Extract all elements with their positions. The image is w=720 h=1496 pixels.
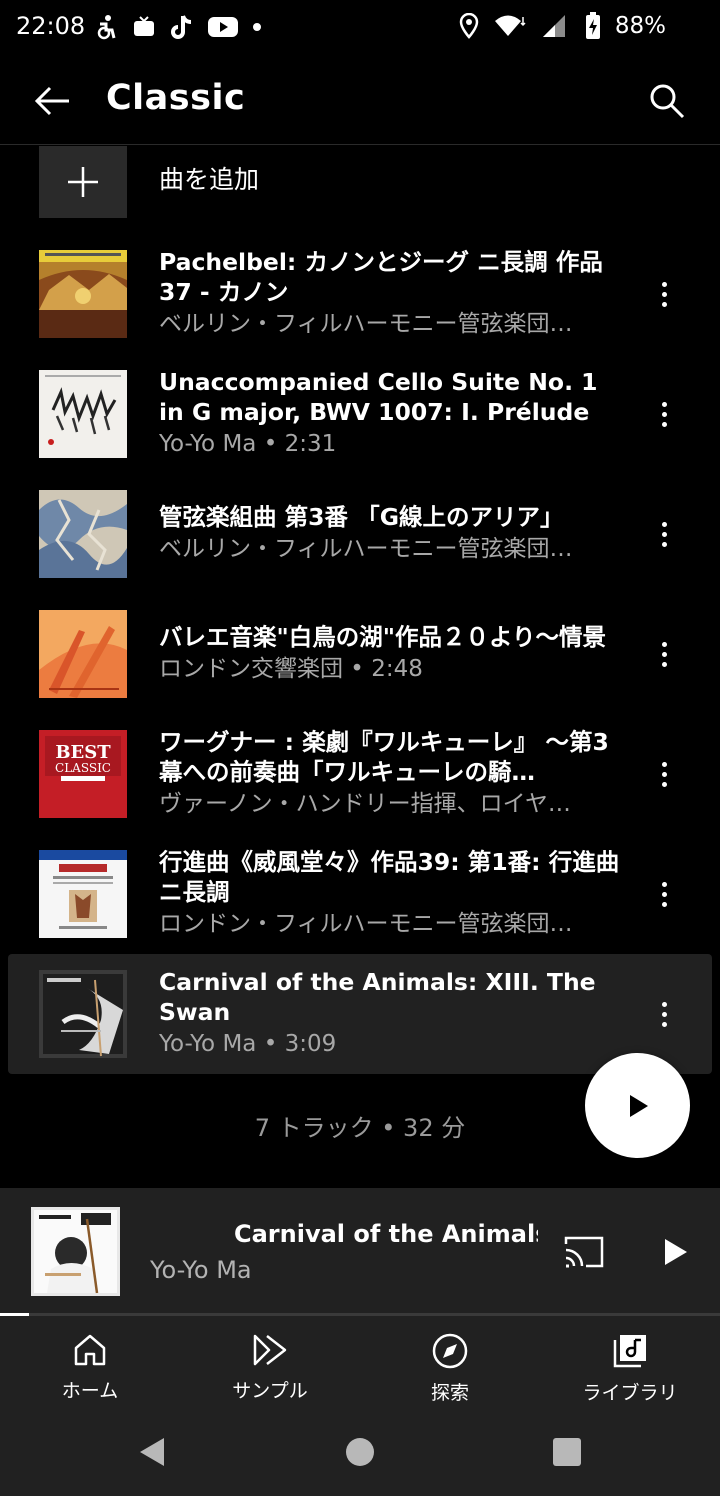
album-art — [39, 250, 127, 338]
track-title: ワーグナー : 楽劇『ワルキューレ』 ～第3幕への前奏曲「ワルキューレの騎… — [159, 728, 609, 786]
album-art: BEST CLASSIC — [39, 730, 127, 818]
cast-icon — [564, 1236, 604, 1268]
track-subtitle: ヴァーノン・ハンドリー指揮、ロイヤ… — [159, 791, 571, 817]
track-title: Carnival of the Animals: XIII. The Swan — [159, 968, 596, 1026]
album-art — [39, 490, 127, 578]
nav-library-label: ライブラリ — [582, 1382, 678, 1404]
play-icon — [629, 1094, 648, 1117]
track-row[interactable]: 管弦楽組曲 第3番 「G線上のアリア」 ベルリン・フィルハーモニー管弦楽団… — [0, 474, 720, 594]
nav-explore[interactable]: 探索 — [360, 1316, 540, 1416]
tiktok-icon — [171, 15, 192, 39]
arrow-left-icon — [35, 86, 69, 116]
samples-icon — [253, 1334, 287, 1366]
tv-icon — [134, 16, 154, 36]
track-title: バレエ音楽"白鳥の湖"作品２０より〜情景 — [159, 623, 607, 651]
dot-icon — [253, 23, 261, 31]
track-title: 管弦楽組曲 第3番 「G線上のアリア」 — [159, 503, 564, 531]
track-subtitle: Yo-Yo Ma • 2:31 — [159, 431, 337, 457]
track-subtitle: ロンドン・フィルハーモニー管弦楽団… — [159, 911, 573, 937]
app-bar: Classic — [0, 56, 720, 145]
nav-library[interactable]: ライブラリ — [540, 1316, 720, 1416]
album-art-text: BEST — [55, 742, 111, 763]
track-subtitle: Yo-Yo Ma • 3:09 — [159, 1031, 337, 1057]
search-button[interactable] — [644, 78, 690, 124]
svg-text:CLASSIC: CLASSIC — [55, 761, 111, 775]
track-subtitle: ロンドン交響楽団 • 2:48 — [159, 656, 423, 682]
library-icon — [613, 1335, 646, 1368]
track-title: Pachelbel: カノンとジーグ ニ長調 作品37 - カノン — [159, 248, 603, 306]
more-options-button[interactable] — [650, 758, 678, 790]
signal-icon — [542, 15, 565, 37]
system-recents-icon[interactable] — [553, 1438, 581, 1466]
track-row[interactable]: BEST CLASSIC ワーグナー : 楽劇『ワルキューレ』 ～第3幕への前奏曲… — [0, 714, 720, 834]
add-song-row[interactable]: 曲を追加 — [0, 146, 720, 218]
search-icon — [650, 84, 685, 119]
play-icon — [665, 1239, 687, 1265]
nav-samples-label: サンプル — [232, 1380, 308, 1402]
track-row[interactable]: バレエ音楽"白鳥の湖"作品２０より〜情景 ロンドン交響楽団 • 2:48 — [0, 594, 720, 714]
home-icon — [74, 1334, 106, 1366]
track-title: Unaccompanied Cello Suite No. 1 in G maj… — [159, 368, 598, 426]
more-options-button[interactable] — [650, 638, 678, 670]
more-options-button[interactable] — [650, 518, 678, 550]
accessibility-icon — [97, 15, 116, 40]
nav-samples[interactable]: サンプル — [180, 1316, 360, 1416]
bottom-navigation: ホーム サンプル 探索 ライブラリ — [0, 1316, 720, 1416]
album-art — [39, 610, 127, 698]
system-home-icon[interactable] — [346, 1438, 374, 1466]
back-button[interactable] — [30, 78, 76, 124]
more-options-button[interactable] — [650, 878, 678, 910]
play-all-button[interactable] — [585, 1053, 690, 1158]
location-icon — [459, 13, 479, 39]
nav-explore-label: 探索 — [430, 1382, 469, 1404]
battery-charging-icon — [585, 12, 600, 39]
cast-button[interactable] — [562, 1232, 606, 1272]
mini-player-title: Carnival of the Animals: XIII. The Swan — [234, 1220, 538, 1248]
status-bar: 22:08 88% — [0, 0, 720, 56]
status-time: 22:08 — [16, 12, 86, 40]
add-song-tile[interactable] — [39, 146, 127, 218]
plus-icon — [68, 167, 98, 197]
track-subtitle: ベルリン・フィルハーモニー管弦楽団… — [159, 536, 573, 562]
track-row-now-playing[interactable]: Carnival of the Animals: XIII. The Swan … — [8, 954, 712, 1074]
youtube-icon — [208, 17, 238, 37]
add-song-label: 曲を追加 — [159, 165, 260, 194]
more-options-button[interactable] — [650, 998, 678, 1030]
mini-player-album-art — [31, 1207, 120, 1296]
page-title: Classic — [106, 78, 246, 118]
album-art — [39, 970, 127, 1058]
nav-home[interactable]: ホーム — [0, 1316, 180, 1416]
album-art — [39, 850, 127, 938]
more-options-button[interactable] — [650, 278, 678, 310]
album-art — [39, 370, 127, 458]
more-options-button[interactable] — [650, 398, 678, 430]
nav-home-label: ホーム — [61, 1380, 119, 1402]
system-back-icon[interactable] — [138, 1436, 166, 1468]
mini-player[interactable]: Carnival of the Animals: XIII. The Swan … — [0, 1188, 720, 1316]
track-row[interactable]: 行進曲《威風堂々》作品39: 第1番: 行進曲 ニ長調 ロンドン・フィルハーモニ… — [0, 834, 720, 954]
wifi-icon — [494, 15, 526, 36]
track-row[interactable]: Pachelbel: カノンとジーグ ニ長調 作品37 - カノン ベルリン・フ… — [0, 234, 720, 354]
track-subtitle: ベルリン・フィルハーモニー管弦楽団… — [159, 311, 573, 337]
battery-percentage: 88% — [614, 13, 666, 39]
track-row[interactable]: Unaccompanied Cello Suite No. 1 in G maj… — [0, 354, 720, 474]
mini-player-play-button[interactable] — [656, 1232, 696, 1272]
track-title: 行進曲《威風堂々》作品39: 第1番: 行進曲 ニ長調 — [159, 848, 620, 906]
explore-compass-icon — [432, 1333, 468, 1369]
mini-player-artist: Yo-Yo Ma — [150, 1256, 252, 1284]
system-navigation-bar — [0, 1416, 720, 1496]
